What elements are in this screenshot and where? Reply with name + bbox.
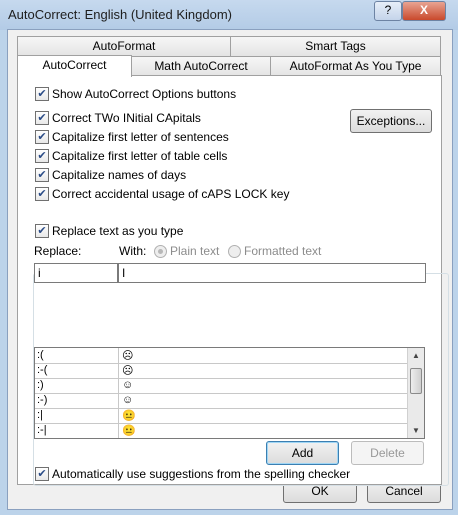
scroll-down-icon[interactable]: ▼ [412, 426, 420, 435]
tab-math-autocorrect[interactable]: Math AutoCorrect [131, 56, 271, 76]
autocorrect-panel: ✔ Show AutoCorrect Options buttons ✔ Cor… [17, 75, 449, 486]
add-button[interactable]: Add [266, 441, 339, 465]
list-item[interactable]: :( ☹ [35, 348, 407, 364]
title-bar: AutoCorrect: English (United Kingdom) ? … [0, 0, 458, 30]
tab-autoformat-as-you-type[interactable]: AutoFormat As You Type [270, 56, 441, 76]
replace-input[interactable]: i [34, 263, 118, 283]
dialog-client: AutoFormat Smart Tags AutoCorrect Math A… [7, 29, 453, 510]
checkmark-icon: ✔ [35, 168, 49, 182]
checkmark-icon: ✔ [35, 87, 49, 101]
close-button[interactable]: X [402, 1, 446, 21]
tab-autoformat[interactable]: AutoFormat [17, 36, 231, 56]
tab-smart-tags[interactable]: Smart Tags [230, 36, 441, 56]
replace-label: Replace: [34, 244, 82, 258]
list-scrollbar[interactable]: ▲ ▼ [407, 348, 424, 438]
list-item[interactable]: :| 😐 [35, 408, 407, 424]
checkmark-icon: ✔ [35, 149, 49, 163]
replacement-list[interactable]: :( ☹ :-( ☹ :) ☺ :-) ☺ :| 😐 :-| 😐 ▲ ▼ [34, 347, 425, 439]
checkmark-icon: ✔ [35, 111, 49, 125]
replace-as-you-type-checkbox[interactable]: ✔ Replace text as you type [35, 223, 183, 239]
plain-text-radio[interactable] [154, 245, 167, 258]
tab-autocorrect[interactable]: AutoCorrect [17, 55, 132, 77]
delete-button: Delete [351, 441, 424, 465]
plain-text-label: Plain text [170, 244, 220, 258]
list-item[interactable]: :-( ☹ [35, 363, 407, 379]
with-label: With: [119, 244, 147, 258]
window-title: AutoCorrect: English (United Kingdom) [8, 7, 232, 22]
checkmark-icon: ✔ [35, 224, 49, 238]
scrollbar-thumb[interactable] [410, 368, 422, 394]
checkmark-icon: ✔ [35, 130, 49, 144]
with-input[interactable]: I [118, 263, 426, 283]
scroll-up-icon[interactable]: ▲ [412, 351, 420, 360]
help-button[interactable]: ? [374, 1, 402, 21]
formatted-text-label: Formatted text [244, 244, 322, 258]
exceptions-button[interactable]: Exceptions... [350, 109, 432, 133]
formatted-text-radio[interactable] [228, 245, 241, 258]
list-item[interactable]: :) ☺ [35, 378, 407, 394]
list-item[interactable]: :-) ☺ [35, 393, 407, 409]
checkmark-icon: ✔ [35, 187, 49, 201]
checkmark-icon: ✔ [35, 467, 49, 481]
list-item[interactable]: :-| 😐 [35, 423, 407, 438]
